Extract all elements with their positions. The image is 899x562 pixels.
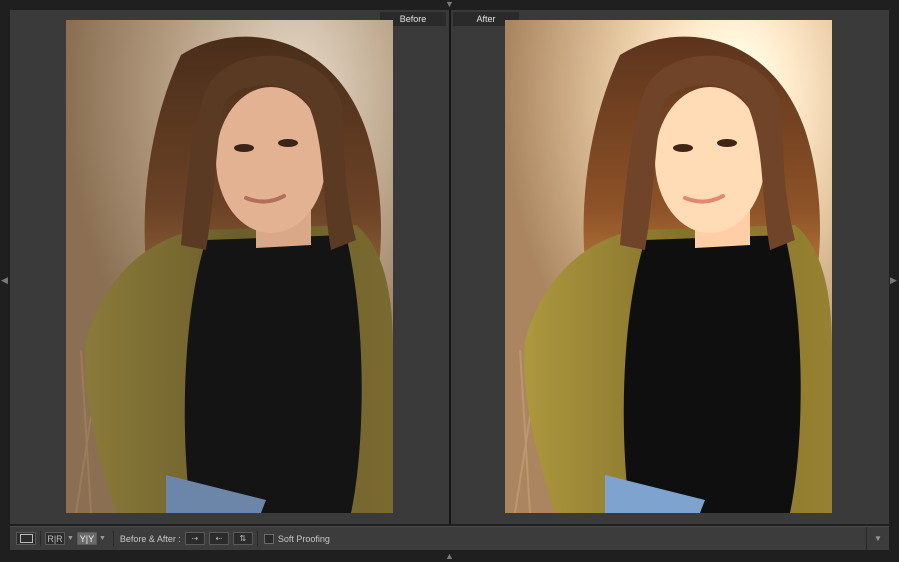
chevron-down-icon: ▼ (874, 534, 882, 543)
copy-before-to-after-icon: ⇢ (191, 534, 199, 543)
soft-proofing-checkbox[interactable] (263, 533, 274, 544)
top-bottom-view-button[interactable]: Y|Y (76, 532, 97, 545)
left-right-view-dropdown-icon[interactable]: ▼ (67, 535, 74, 542)
toolbar-separator (256, 531, 258, 546)
portrait-illustration-edited (505, 20, 832, 513)
toolbar-separator (112, 531, 114, 546)
toolbar-separator (40, 531, 41, 546)
copy-after-to-before-icon: ⇠ (215, 534, 223, 543)
toolbar: R|R ▼ Y|Y ▼ Before & After : ⇢ ⇠ ⇅ Soft … (10, 526, 889, 550)
top-bottom-view-dropdown-icon[interactable]: ▼ (99, 535, 106, 542)
soft-proofing-label[interactable]: Soft Proofing (278, 534, 330, 544)
before-photo[interactable] (66, 20, 393, 513)
right-panel-toggle-icon[interactable]: ▶ (890, 276, 897, 285)
portrait-illustration (66, 20, 393, 513)
swap-icon: ⇅ (239, 534, 247, 543)
loupe-view-button[interactable] (16, 532, 36, 545)
copy-before-to-after-button[interactable]: ⇢ (184, 532, 205, 545)
copy-after-to-before-button[interactable]: ⇠ (208, 532, 229, 545)
toolbar-menu-button[interactable]: ▼ (866, 527, 889, 550)
left-panel-toggle-icon[interactable]: ◀ (1, 276, 8, 285)
left-right-view-button[interactable]: R|R (45, 532, 65, 545)
swap-before-after-button[interactable]: ⇅ (232, 532, 253, 545)
bottom-panel-toggle-icon[interactable]: ▲ (445, 552, 454, 561)
top-panel-toggle-icon[interactable]: ▼ (445, 0, 454, 9)
before-after-label: Before & After : (119, 533, 181, 544)
before-after-view: Before After (10, 10, 889, 524)
single-view-icon (19, 534, 33, 543)
after-photo[interactable] (505, 20, 832, 513)
